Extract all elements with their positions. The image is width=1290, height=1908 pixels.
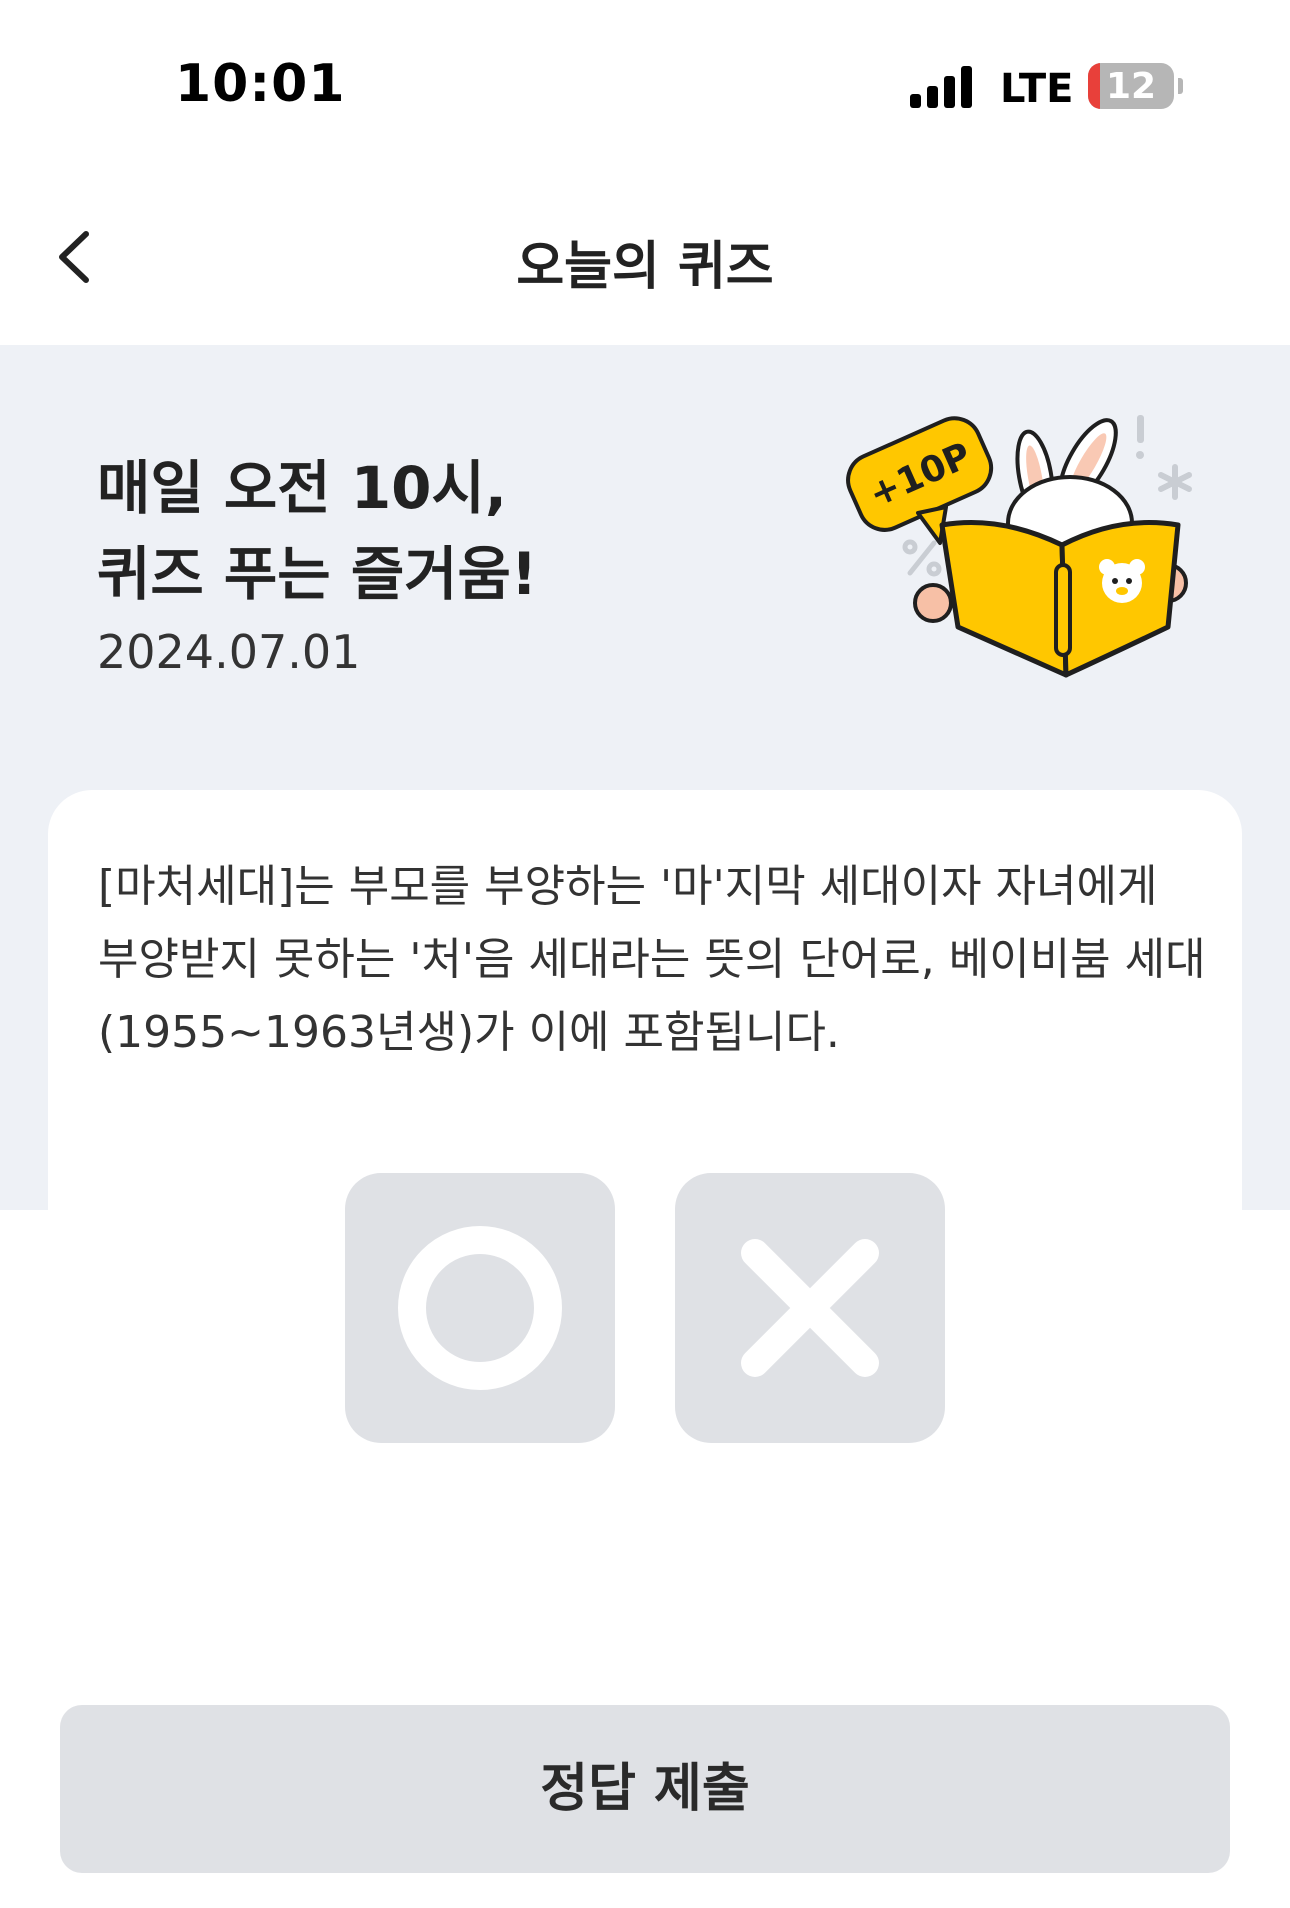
- status-time: 10:01: [175, 54, 346, 114]
- battery-tip: [1178, 78, 1183, 94]
- quiz-card: [마처세대]는 부모를 부양하는 '마'지막 세대이자 자녀에게 부양받지 못하…: [48, 790, 1242, 1350]
- quiz-date: 2024.07.01: [97, 625, 361, 679]
- answer-x-button[interactable]: [675, 1173, 945, 1443]
- answer-o-button[interactable]: [345, 1173, 615, 1443]
- submit-answer-button[interactable]: 정답 제출: [60, 1705, 1230, 1873]
- nav-bar: 오늘의 퀴즈: [0, 170, 1290, 345]
- battery-icon: 12: [1088, 63, 1174, 109]
- hero-title: 매일 오전 10시, 퀴즈 푸는 즐거움!: [97, 454, 538, 608]
- status-bar: 10:01 LTE 12: [0, 0, 1290, 170]
- quiz-question: [마처세대]는 부모를 부양하는 '마'지막 세대이자 자녀에게 부양받지 못하…: [98, 861, 1206, 1058]
- yellow-book: [939, 520, 1181, 678]
- battery-level: 12: [1105, 66, 1157, 107]
- network-type: LTE: [1000, 66, 1074, 112]
- reading-bunny-illustration: +10P: [846, 415, 1192, 678]
- x-mark-icon: [741, 1239, 879, 1377]
- signal-strength-icon: [910, 66, 974, 108]
- circle-o-icon: [398, 1226, 562, 1390]
- page-title: 오늘의 퀴즈: [516, 237, 774, 297]
